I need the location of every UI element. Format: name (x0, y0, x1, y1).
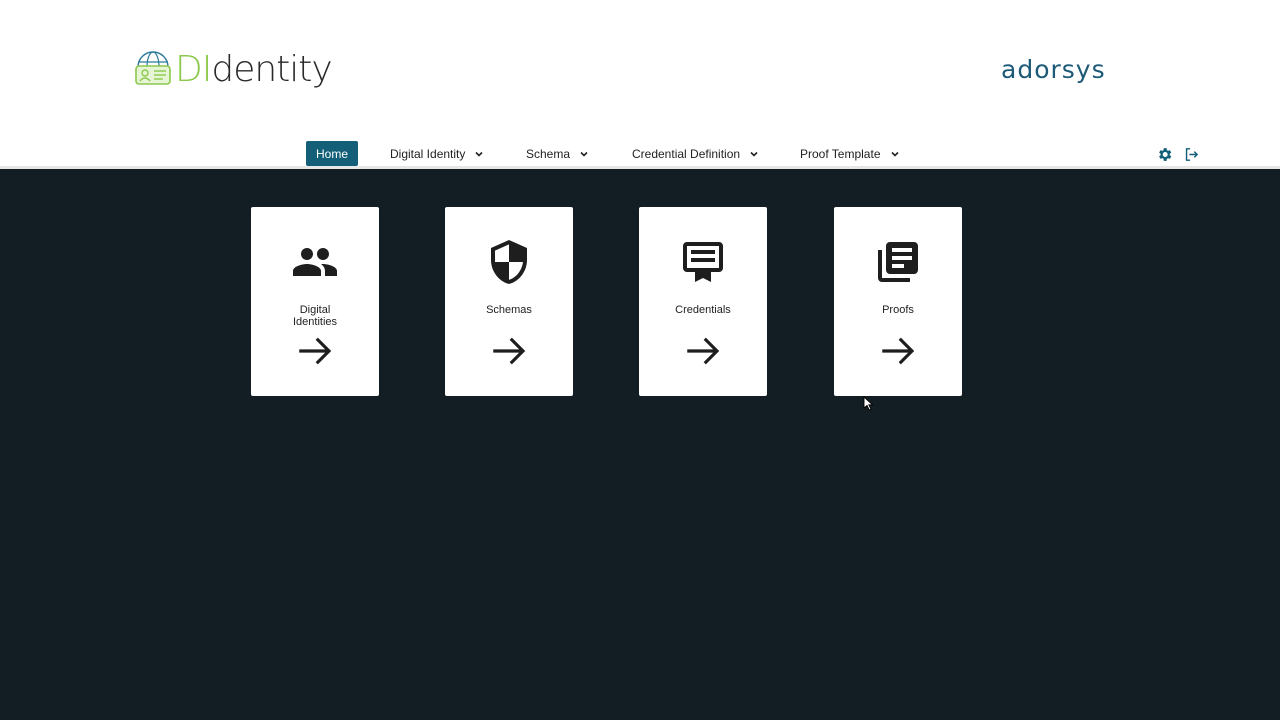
arrow-right-icon (299, 337, 332, 365)
mouse-cursor-icon (863, 396, 874, 411)
logout-icon[interactable] (1183, 146, 1200, 163)
adorsys-logo[interactable]: adorsys (1001, 54, 1106, 86)
id-card-globe-icon (135, 51, 171, 85)
card-label: Proofs (882, 304, 914, 316)
document-stack-icon (878, 242, 918, 282)
card-schemas[interactable]: Schemas (445, 207, 573, 396)
users-icon (293, 248, 337, 276)
nav-digital-identity[interactable]: Digital Identity (390, 141, 484, 166)
chevron-down-icon (475, 151, 483, 157)
nav-credential-definition-label: Credential Definition (632, 146, 741, 161)
nav-schema[interactable]: Schema (526, 141, 589, 166)
nav-credential-definition[interactable]: Credential Definition (632, 141, 759, 166)
logo-dentity: dentity (211, 49, 332, 90)
gear-icon[interactable] (1156, 146, 1173, 163)
nav-digital-identity-label: Digital Identity (390, 146, 466, 161)
certificate-icon (683, 242, 723, 282)
arrow-right-icon (882, 337, 915, 365)
nav-schema-label: Schema (526, 146, 571, 161)
chevron-down-icon (580, 151, 588, 157)
shield-icon (491, 240, 527, 284)
nav-proof-template-label: Proof Template (800, 146, 881, 161)
card-label: Credentials (675, 304, 731, 316)
arrow-right-icon (687, 337, 720, 365)
logo-wordmark: DIdentity (175, 46, 333, 94)
card-credentials[interactable]: Credentials (639, 207, 767, 396)
card-label: Schemas (486, 304, 532, 316)
chevron-down-icon (890, 151, 899, 157)
card-proofs[interactable]: Proofs (834, 207, 962, 396)
logo-di: DI (175, 49, 212, 90)
nav-home-label: Home (316, 146, 349, 161)
main-nav: Home Digital Identity Schema Credential … (0, 141, 1280, 167)
card-digital-identities[interactable]: Digital Identities (251, 207, 379, 396)
didentity-logo[interactable]: DIdentity (133, 46, 333, 94)
arrow-right-icon (493, 337, 526, 365)
header-divider (0, 166, 1280, 169)
card-label: Digital Identities (293, 304, 338, 328)
nav-proof-template[interactable]: Proof Template (800, 141, 900, 166)
nav-home[interactable]: Home (306, 141, 359, 166)
chevron-down-icon (750, 151, 758, 157)
